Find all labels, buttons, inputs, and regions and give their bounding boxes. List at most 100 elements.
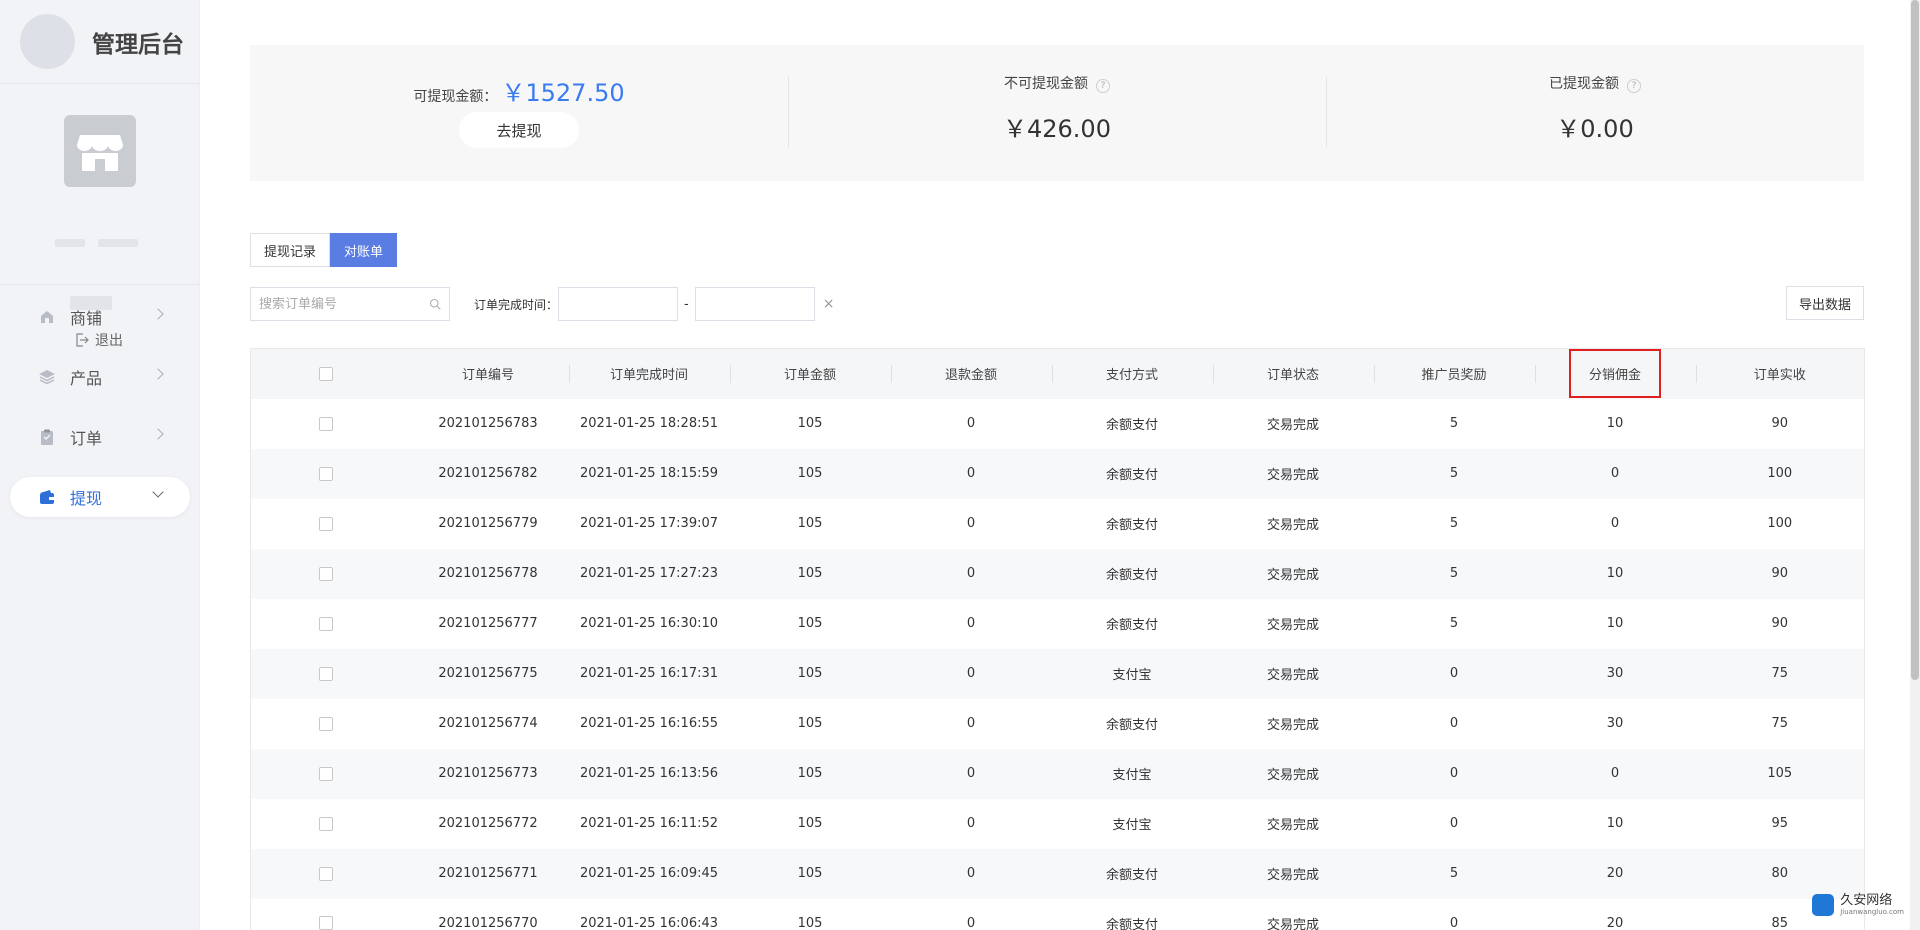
table-cell: 交易完成 — [1266, 568, 1319, 583]
sidebar-item-withdraw[interactable]: 提现 — [10, 477, 190, 517]
select-all-checkbox[interactable] — [319, 366, 333, 381]
scrollbar-thumb[interactable] — [1911, 0, 1919, 680]
table-cell: 交易完成 — [1266, 418, 1319, 433]
clear-date-icon[interactable]: × — [823, 296, 835, 312]
brand: 管理后台 — [0, 0, 199, 84]
table-row[interactable]: 202101256779 2021-01-25 17:39:07 105 0 余额支付 交… — [251, 499, 1865, 549]
available-label-line: 可提现金额： ￥1527.50 — [250, 73, 788, 108]
unavailable-label: 不可提现金额 — [1004, 76, 1088, 92]
sidebar-item-products[interactable]: 产品 — [10, 357, 190, 397]
table-cell: 交易完成 — [1266, 917, 1319, 930]
table-row[interactable]: 202101256783 2021-01-25 18:28:51 105 0 余额支付交… — [251, 399, 1865, 449]
table-cell: 支付宝 — [1112, 668, 1152, 683]
layers-icon — [39, 370, 55, 385]
table-row[interactable]: 202101256772 2021-01-25 16:11:52 105 0 支付宝 交易… — [251, 799, 1865, 849]
row-checkbox[interactable] — [319, 866, 333, 881]
row-checkbox[interactable] — [319, 466, 333, 481]
row-checkbox[interactable] — [319, 616, 333, 631]
table-cell: 5 — [1449, 566, 1459, 581]
sidebar-item-shop[interactable]: 商铺 — [10, 297, 190, 337]
header-payment-method[interactable]: 支付方式 — [1051, 349, 1213, 399]
brand-logo — [20, 14, 75, 69]
sidebar-item-orders[interactable]: 订单 — [10, 417, 190, 457]
table-cell: 2021-01-25 18:28:51 — [579, 416, 719, 431]
table-cell: 交易完成 — [1266, 468, 1319, 483]
table-cell: 105 — [797, 866, 823, 881]
row-checkbox[interactable] — [319, 666, 333, 681]
profile-panel: 退出 — [0, 84, 199, 349]
chevron-right-icon — [152, 368, 164, 380]
table-row[interactable]: 202101256771 2021-01-25 16:09:45 105 0 余额支付 交… — [250, 848, 1865, 899]
header-refund-amount[interactable]: 退款金额 — [890, 349, 1052, 399]
withdrawn-label: 已提现金额 — [1549, 76, 1619, 92]
row-checkbox[interactable] — [319, 566, 333, 581]
table-cell: 余额支付 — [1105, 418, 1158, 433]
help-icon[interactable]: ? — [1096, 79, 1110, 93]
table-cell: 20 — [1606, 866, 1624, 881]
table-cell: 5 — [1449, 616, 1459, 631]
table-cell: 202101256773 — [438, 766, 538, 781]
page-scrollbar[interactable] — [1910, 0, 1920, 930]
table-row[interactable]: 202101256773 2021-01-25 16:13:56 105 0 支付宝 交易… — [250, 748, 1865, 799]
table-cell: 0 — [966, 566, 976, 581]
statement-table: 订单编号 订单完成时间 订单金额 退款金额 支付方式 订单状态 推广员奖励 分销… — [250, 348, 1865, 930]
table-cell: 0 — [1610, 766, 1620, 781]
search-input[interactable] — [259, 296, 429, 312]
row-checkbox[interactable] — [319, 416, 333, 431]
row-select-cell — [251, 849, 408, 899]
table-cell: 余额支付 — [1105, 868, 1158, 883]
table-cell: 0 — [1610, 466, 1620, 481]
row-checkbox[interactable] — [319, 716, 333, 731]
table-body: 202101256783 2021-01-25 18:28:51 105 0 余额支付交… — [250, 399, 1865, 930]
table-row[interactable]: 202101256778 2021-01-25 17:27:23 105 0 余额支付交… — [250, 548, 1865, 599]
row-checkbox[interactable] — [319, 916, 333, 930]
available-balance: 可提现金额： ￥1527.50 去提现 — [250, 45, 788, 181]
export-data-button[interactable]: 导出数据 — [1785, 286, 1864, 320]
table-cell: 202101256775 — [438, 666, 538, 681]
header-order-amount[interactable]: 订单金额 — [729, 349, 891, 399]
table-cell: 10 — [1606, 616, 1624, 631]
row-select-cell — [251, 499, 408, 549]
table-row[interactable]: 202101256770 2021-01-25 16:06:43 105 0 余额支付 交… — [251, 899, 1865, 930]
blurred-store-name — [55, 239, 85, 247]
table-row[interactable]: 202101256775 2021-01-25 16:17:31 105 0 支付宝 交易… — [250, 648, 1865, 699]
table-cell: 75 — [1771, 716, 1789, 731]
row-select-cell — [251, 699, 408, 749]
header-distribution-commission[interactable]: 分销佣金 — [1534, 349, 1696, 399]
row-select-cell — [251, 549, 408, 599]
withdraw-button[interactable]: 去提现 — [459, 112, 579, 148]
table-cell: 202101256782 — [438, 466, 538, 481]
table-cell: 0 — [966, 766, 976, 781]
help-icon[interactable]: ? — [1627, 79, 1641, 93]
sidebar-item-label: 商铺 — [70, 309, 103, 328]
available-label: 可提现金额： — [413, 89, 498, 105]
end-date-input[interactable] — [694, 287, 815, 321]
table-row[interactable]: 202101256774 2021-01-25 16:16:55 105 0 余额支付 交… — [251, 699, 1865, 749]
table-cell: 100 — [1767, 516, 1793, 531]
table-cell: 2021-01-25 17:27:23 — [579, 566, 719, 581]
table-row[interactable]: 202101256782 2021-01-25 18:15:59 105 0 余额支付 交… — [250, 448, 1865, 499]
header-order-status[interactable]: 订单状态 — [1212, 349, 1374, 399]
table-cell: 支付宝 — [1112, 818, 1152, 833]
tab-withdraw-records[interactable]: 提现记录 — [250, 233, 331, 267]
search-icon[interactable] — [429, 296, 441, 312]
table-cell: 105 — [797, 816, 823, 831]
balance-summary: 可提现金额： ￥1527.50 去提现 不可提现金额 ? ￥426.00 已提现… — [250, 45, 1864, 181]
table-cell: 2021-01-25 16:11:52 — [579, 816, 719, 831]
row-checkbox[interactable] — [319, 516, 333, 531]
header-complete-time[interactable]: 订单完成时间 — [568, 349, 730, 399]
header-net-received[interactable]: 订单实收 — [1695, 349, 1865, 399]
table-cell: 余额支付 — [1105, 568, 1158, 583]
row-checkbox[interactable] — [319, 766, 333, 781]
tab-statement[interactable]: 对账单 — [330, 233, 398, 267]
wallet-icon — [40, 490, 54, 504]
header-order-no[interactable]: 订单编号 — [408, 349, 569, 399]
table-row[interactable]: 202101256777 2021-01-25 16:30:10 105 0 余额支付交… — [251, 599, 1865, 649]
table-cell: 100 — [1767, 466, 1793, 481]
header-promoter-reward[interactable]: 推广员奖励 — [1373, 349, 1535, 399]
start-date-input[interactable] — [558, 287, 679, 321]
table-cell: 0 — [1610, 516, 1620, 531]
table-cell: 0 — [1449, 915, 1459, 930]
row-checkbox[interactable] — [319, 816, 333, 831]
table-cell: 0 — [966, 416, 976, 431]
